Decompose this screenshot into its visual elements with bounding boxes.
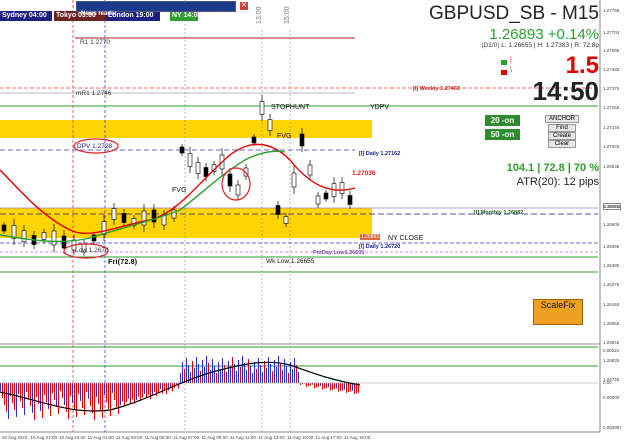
time-axis-label: 11 Aug 05:00 <box>144 435 171 440</box>
label-pivot-low: Low 1.2670 <box>75 247 109 254</box>
price-axis-label: 1.27045 <box>603 144 620 149</box>
atr-line: ATR(20): 12 pips <box>516 176 599 188</box>
indicator-mark-2: \ <box>510 67 512 74</box>
time-axis-label: 10 Aug 23:00 <box>59 435 86 440</box>
session-sydney: Sydney 04:00 <box>0 11 52 21</box>
label-fvg-top: FVG <box>277 133 292 140</box>
price-axis-label: 1.25945 <box>603 340 620 345</box>
time-axis-label: 11 Aug 19:00 <box>344 435 371 440</box>
indicator-swatch-green <box>501 60 507 65</box>
label-daily: [I] Daily 1.27162 <box>359 151 401 157</box>
label-weekly: [I] Weekly 1.27463 <box>413 86 460 92</box>
price-axis-label: 1.27485 <box>603 67 620 72</box>
label-ydpv: YDPV <box>370 104 390 111</box>
supply-zone <box>0 120 372 138</box>
scalefix-button[interactable]: ScaleFix <box>533 299 583 325</box>
label-wk-low: Wk Low 1.26655 <box>266 258 315 265</box>
indicator-mark-1: | <box>510 57 512 64</box>
label-daily2: [I] Daily 1.26720 <box>359 244 401 250</box>
price-axis-label: 1.26715 <box>603 204 620 209</box>
price-axis-label: 1.27155 <box>603 125 620 130</box>
time-axis-label: 10 Aug 2023 <box>2 435 28 440</box>
session-ny: NY 14:00 <box>170 11 202 21</box>
price-axis-label: 1.26935 <box>603 164 620 169</box>
on-button-50[interactable]: 50 -on <box>485 129 520 140</box>
osc-axis-label: 0.00000 <box>603 395 620 400</box>
price-axis-label: 1.26605 <box>603 222 620 227</box>
price-axis-label: 1.26165 <box>603 302 620 307</box>
price-axis-label: 1.26275 <box>603 282 620 287</box>
time-axis-label: 11 Aug 17:00 <box>315 435 342 440</box>
label-monthly: [I] Monthly 1.26882 <box>474 210 524 216</box>
time-axis-label: 11 Aug 09:00 <box>201 435 228 440</box>
time-axis-label: 11 Aug 01:00 <box>87 435 114 440</box>
osc-axis-label: 0.00221 <box>603 348 620 353</box>
label-fvg-left: FVG <box>172 187 187 194</box>
stats-line: 104.1 | 72.8 | 70 % <box>506 162 599 174</box>
time-axis-label: 11 Aug 07:00 <box>173 435 200 440</box>
label-ny-close: NY CLOSE <box>388 235 424 242</box>
indicator-swatch-red <box>501 70 507 75</box>
price-change: 1.26893 +0.14% <box>489 26 599 43</box>
anchor-button[interactable]: ANCHOR <box>545 115 579 123</box>
time-axis-label: 10 Aug 21:00 <box>30 435 58 440</box>
time-marker-13: 13:00 <box>256 6 263 24</box>
price-axis-label: 1.27703 <box>603 30 620 35</box>
time-axis-label: 11 Aug 15:00 <box>287 435 314 440</box>
price-axis-label: 1.26055 <box>603 321 620 326</box>
time-axis-label: 11 Aug 13:00 <box>258 435 285 440</box>
scalefix-label: ScaleFix <box>540 300 576 310</box>
label-stophunt: STOPHUNT <box>271 104 310 111</box>
price-axis-label: 1.26495 <box>603 244 620 249</box>
price-axis-label: 1.27265 <box>603 105 620 110</box>
price-axis-label: 1.27595 <box>603 48 620 53</box>
time-marker-15: 15:00 <box>284 6 291 24</box>
close-icon[interactable]: ✕ <box>240 2 248 10</box>
price-axis-label: 1.25835 <box>603 358 620 363</box>
clock: 14:50 <box>532 76 600 106</box>
price-chart[interactable] <box>0 0 625 445</box>
find-button[interactable]: Find <box>548 124 576 132</box>
time-axis-label: 11 Aug 11:00 <box>230 435 256 440</box>
price-axis-label: 1.27375 <box>603 86 620 91</box>
news-reader-label: News reader <box>81 11 117 17</box>
time-axis-label: 11 Aug 03:00 <box>116 435 143 440</box>
on-button-20[interactable]: 20 -on <box>485 115 520 126</box>
chart-price-tag-1: 1.26893 <box>360 234 381 240</box>
price-axis-label: 1.27758 <box>603 8 620 13</box>
label-mr1: mR1 1.2746 <box>76 90 112 97</box>
chart-window: Sydney 04:00 Tokyo 03:00 London 19:00 NY… <box>0 0 625 445</box>
clear-button[interactable]: Clear <box>548 140 576 148</box>
label-fri: Fri(72.8) <box>108 257 138 266</box>
label-prevday-low: PreDay Low1.26693 <box>313 250 365 256</box>
symbol-title: GBPUSD_SB - M15 <box>429 3 599 24</box>
osc-axis-label: 0.00 <box>603 380 612 385</box>
label-dpv: DPV 1.2728 <box>77 143 113 150</box>
label-r1: R1 1.2770 <box>80 39 110 46</box>
osc-axis-label: 0.003997 <box>603 425 622 430</box>
create-button[interactable]: Create <box>548 132 576 140</box>
ohlc-line: (D1/0) L: 1.26655 | H: 1.27383 | R: 72.8… <box>481 42 599 49</box>
news-reader-tab[interactable]: News reader <box>76 1 236 17</box>
label-price-tag: 1.27036 <box>352 170 376 177</box>
price-axis-label: 1.26385 <box>603 263 620 268</box>
